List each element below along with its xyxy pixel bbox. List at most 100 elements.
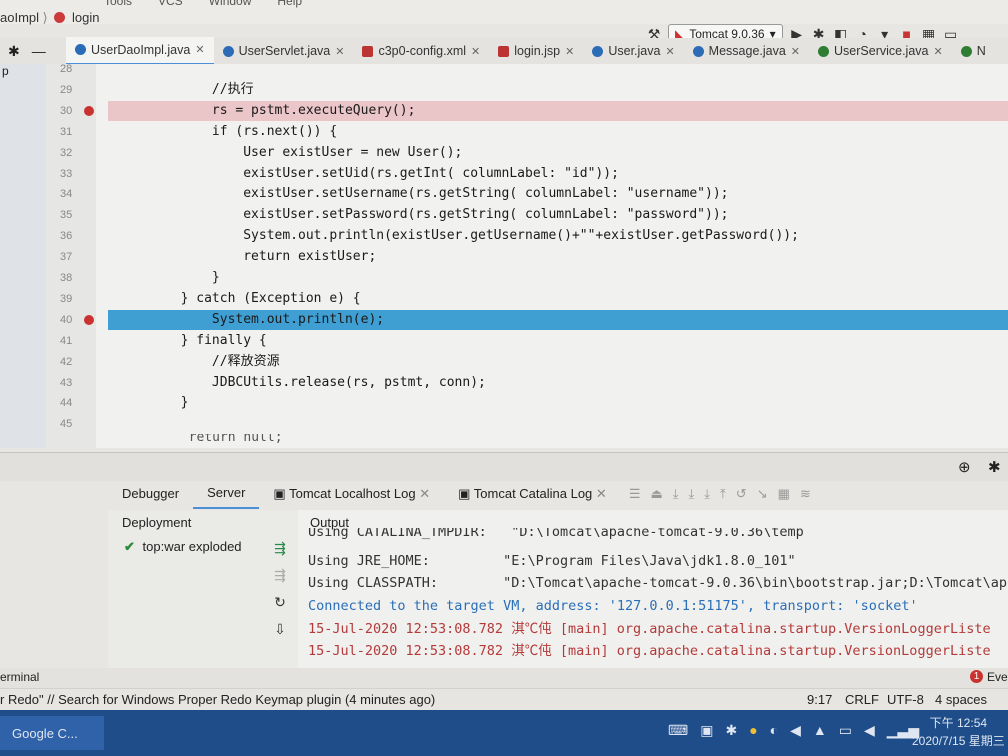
close-icon[interactable]: ✕ [565,45,574,58]
close-icon[interactable]: ✕ [934,45,943,58]
code-text[interactable]: existUser.setPassword(rs.getString( colu… [118,205,728,225]
code-text[interactable]: existUser.setUsername(rs.getString( colu… [118,184,728,204]
line-number[interactable]: 29 [60,80,92,100]
tab-server[interactable]: Server [193,479,260,509]
code-line: 43 JDBCUtils.release(rs, pstmt, conn); [0,373,1008,393]
run-to-cursor-icon[interactable]: ↘ [757,486,768,502]
indent-setting[interactable]: 4 spaces [935,692,987,707]
network-icon[interactable]: ▣ [700,722,713,739]
minimize-icon[interactable]: — [32,43,46,60]
app-icon[interactable]: ▲ [813,722,827,739]
status-bar: r Redo" // Search for Windows Proper Red… [0,688,1008,711]
line-number[interactable]: 41 [60,331,92,351]
menu-help[interactable]: Help [277,0,302,8]
keyboard-icon[interactable]: ⌨ [668,722,688,739]
close-icon[interactable]: ✕ [596,486,607,501]
dump-threads-icon[interactable]: ⇩ [268,621,292,638]
volume-icon[interactable]: ◀ [790,722,801,739]
code-text[interactable]: if (rs.next()) { [118,122,337,142]
menu-vcs[interactable]: VCS [158,0,183,8]
menu-window[interactable]: Window [209,0,252,8]
line-number[interactable]: 36 [60,226,92,246]
code-text[interactable]: } [118,268,220,288]
line-number[interactable]: 28 [60,59,92,79]
code-text[interactable]: //执行 [118,80,254,100]
code-text[interactable]: //释放资源 [118,352,280,372]
code-text[interactable]: JDBCUtils.release(rs, pstmt, conn); [118,373,486,393]
deploy-icon[interactable]: ⇶ [268,540,292,557]
debug-step-tools: ☰ ⏏ ⤓ ⤓ ⤓ ⤒ ↺ ↘ ▦ ≋ [629,486,811,502]
event-log-tab[interactable]: Eve [987,670,1008,684]
menu-tools[interactable]: Tools [104,0,132,8]
line-number[interactable]: 44 [60,393,92,413]
code-text[interactable]: return existUser; [118,247,376,267]
tab-localhost-log[interactable]: ▣ Tomcat Localhost Log ✕ [259,480,444,508]
event-badge: 1 [970,670,983,683]
interface-icon [818,45,830,57]
file-encoding[interactable]: UTF-8 [887,692,924,707]
status-message[interactable]: r Redo" // Search for Windows Proper Red… [0,692,435,707]
line-number[interactable]: 35 [60,205,92,225]
terminal-tab[interactable]: erminal [0,670,39,684]
menu-icon[interactable]: ☰ [629,486,641,502]
step-into-icon[interactable]: ⤓ [689,486,695,502]
show-execution-point-icon[interactable]: ⏏ [650,486,662,502]
close-icon[interactable]: ✕ [195,43,204,56]
log-icon: ▣ [458,486,471,501]
close-icon[interactable]: ✕ [335,45,344,58]
security-icon[interactable]: ● [749,722,757,739]
line-number[interactable]: 39 [60,289,92,309]
caret-position[interactable]: 9:17 [807,692,832,707]
breadcrumb-file[interactable]: aoImpl [0,10,39,25]
evaluate-icon[interactable]: ▦ [778,486,790,502]
line-number[interactable]: 37 [60,247,92,267]
code-text[interactable]: } finally { [118,331,267,351]
code-line: 31 if (rs.next()) { [0,122,1008,142]
breadcrumb-method[interactable]: login [72,10,99,25]
line-separator[interactable]: CRLF [845,692,879,707]
line-number[interactable]: 34 [60,184,92,204]
code-text[interactable]: rs = pstmt.executeQuery(); [118,101,416,121]
line-number[interactable]: 33 [60,164,92,184]
drop-frame-icon[interactable]: ↺ [736,486,747,502]
code-text[interactable]: System.out.println(e); [118,310,384,330]
battery-icon[interactable]: ▭ [839,722,852,739]
app-icon[interactable]: ◐ [770,722,778,739]
breakpoint-icon[interactable] [84,315,94,325]
close-icon[interactable]: ✕ [419,486,430,501]
speaker-icon[interactable]: ◀ [864,722,875,739]
code-line: 36 System.out.println(existUser.getUsern… [0,226,1008,246]
line-number[interactable]: 38 [60,268,92,288]
tab-debugger[interactable]: Debugger [108,480,193,508]
code-line: 41 } finally { [0,331,1008,351]
close-icon[interactable]: ✕ [471,45,480,58]
clock[interactable]: 下午 12:54 2020/7/15 星期三 [912,714,1005,750]
close-icon[interactable]: ✕ [665,45,674,58]
taskbar-app-chrome[interactable]: Google C... [0,716,104,750]
code-text[interactable]: existUser.setUid(rs.getInt( columnLabel:… [118,164,619,184]
step-over-icon[interactable]: ⤓ [673,486,679,502]
undeploy-icon[interactable]: ⇶ [268,567,292,584]
step-out-icon[interactable]: ⤒ [720,486,726,502]
code-text[interactable]: System.out.println(existUser.getUsername… [118,226,799,246]
line-number[interactable]: 43 [60,373,92,393]
code-line: 44 } [0,393,1008,413]
gear-icon[interactable]: ✱ [8,43,20,60]
code-text[interactable]: } catch (Exception e) { [118,289,361,309]
trace-icon[interactable]: ≋ [800,486,811,502]
code-text[interactable]: } [118,393,189,413]
line-number[interactable]: 31 [60,122,92,142]
line-number[interactable]: 32 [60,143,92,163]
refresh-icon[interactable]: ↻ [268,594,292,611]
gear-icon[interactable]: ✱ [988,458,1001,476]
breakpoint-icon[interactable] [84,106,94,116]
line-number[interactable]: 45 [60,414,92,434]
tab-catalina-log[interactable]: ▣ Tomcat Catalina Log ✕ [444,480,621,508]
bluetooth-icon[interactable]: ✱ [725,722,737,739]
force-step-into-icon[interactable]: ⤓ [704,486,710,502]
output-panel[interactable]: Output Using CATALINA_TMPDIR: "D:\Tomcat… [298,510,1008,670]
globe-icon[interactable]: ⊕ [958,458,971,476]
close-icon[interactable]: ✕ [791,45,800,58]
code-text[interactable]: User existUser = new User(); [118,143,462,163]
line-number[interactable]: 42 [60,352,92,372]
